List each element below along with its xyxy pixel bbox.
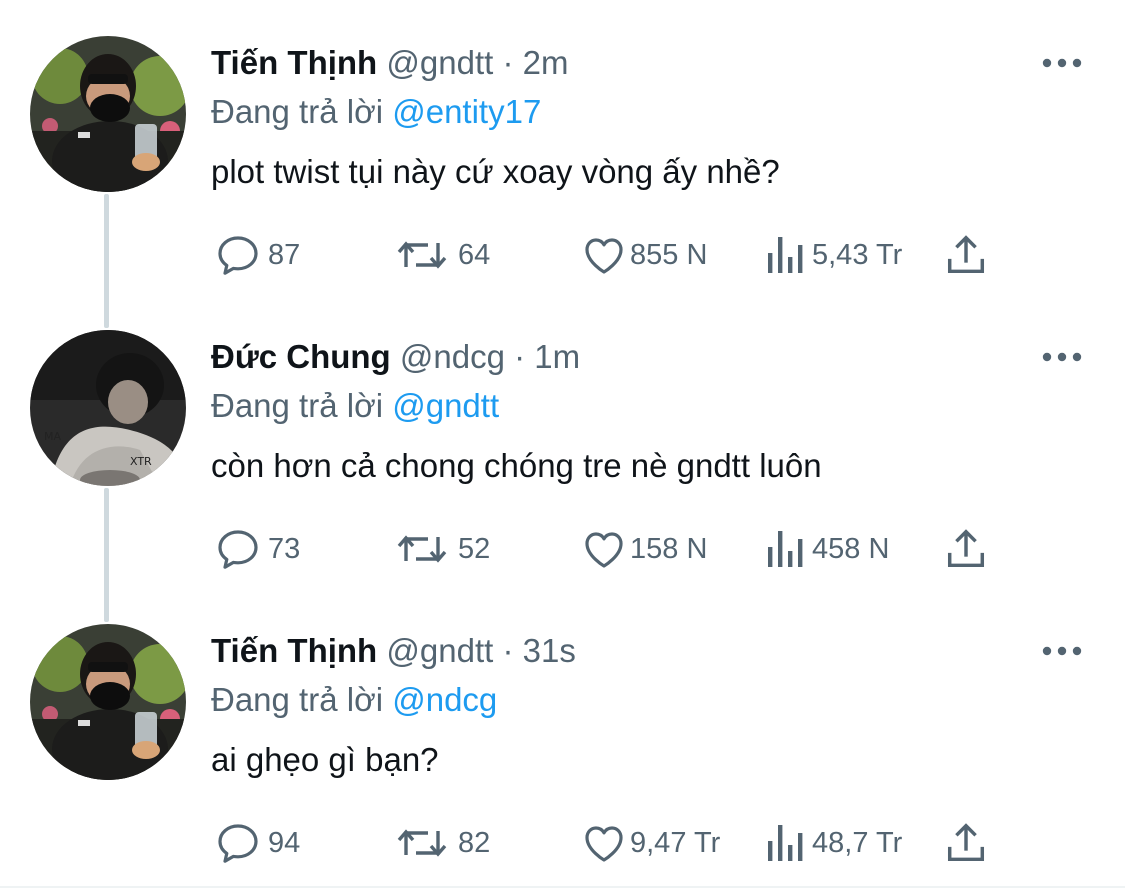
analytics-icon: [768, 237, 803, 273]
heart-icon: [585, 826, 623, 862]
view-count: 458 N: [812, 532, 890, 565]
like-button[interactable]: 9,47 Tr: [580, 818, 720, 868]
action-bar: 73 52 158 N 458 N: [0, 524, 1125, 574]
share-icon: [947, 823, 985, 862]
retweet-count: 64: [458, 238, 491, 271]
share-button[interactable]: [943, 524, 989, 574]
replying-to-label: Đang trả lời: [211, 387, 384, 424]
reply-button[interactable]: 73: [214, 524, 300, 574]
like-button[interactable]: 855 N: [580, 230, 707, 280]
heart-icon: [585, 532, 623, 568]
svg-text:XTR: XTR: [130, 455, 152, 468]
replying-to: Đang trả lời @gndtt: [211, 383, 499, 429]
like-count: 158 N: [630, 532, 708, 565]
retweet-button[interactable]: 64: [392, 230, 490, 280]
views-button[interactable]: 458 N: [766, 524, 889, 574]
avatar[interactable]: [30, 36, 186, 192]
user-handle[interactable]: @gndtt: [386, 44, 493, 81]
reply-button[interactable]: 94: [214, 818, 300, 868]
timestamp[interactable]: 1m: [534, 338, 580, 375]
tweet-thread: Tiến Thịnh @gndtt · 2m Đang trả lời @ent…: [0, 0, 1125, 893]
analytics-icon: [768, 825, 803, 861]
tweet[interactable]: Tiến Thịnh @gndtt · 2m Đang trả lời @ent…: [0, 0, 1125, 294]
user-handle[interactable]: @gndtt: [386, 632, 493, 669]
share-icon: [947, 235, 985, 274]
reply-icon: [218, 824, 258, 863]
display-name[interactable]: Đức Chung: [211, 338, 391, 375]
tweet[interactable]: Tiến Thịnh @gndtt · 31s Đang trả lời @nd…: [0, 588, 1125, 882]
user-handle[interactable]: @ndcg: [400, 338, 505, 375]
tweet-header: Tiến Thịnh @gndtt · 31s: [211, 628, 576, 674]
like-button[interactable]: 158 N: [580, 524, 707, 574]
heart-icon: [585, 238, 623, 274]
tweet-header: Đức Chung @ndcg · 1m: [211, 334, 580, 380]
reply-button[interactable]: 87: [214, 230, 300, 280]
timestamp[interactable]: 31s: [523, 632, 576, 669]
tweet[interactable]: MA XTR Đức Chung @ndcg · 1m Đang trả lời…: [0, 294, 1125, 588]
reply-icon: [218, 236, 258, 275]
replying-to-label: Đang trả lời: [211, 93, 384, 130]
tweet-text: ai ghẹo gì bạn?: [211, 741, 439, 778]
action-bar: 94 82 9,47 Tr 48,7 Tr: [0, 818, 1125, 868]
action-bar: 87 64 855 N 5,43 Tr: [0, 230, 1125, 280]
retweet-icon: [397, 241, 447, 269]
more-options-icon[interactable]: [1040, 50, 1084, 76]
tweet-text: plot twist tụi này cứ xoay vòng ấy nhề?: [211, 153, 780, 190]
reply-count: 87: [268, 238, 301, 271]
separator-dot: ·: [502, 632, 514, 669]
retweet-count: 82: [458, 826, 491, 859]
avatar[interactable]: MA XTR: [30, 330, 186, 486]
views-button[interactable]: 5,43 Tr: [766, 230, 902, 280]
reply-icon: [218, 530, 258, 569]
more-options-icon[interactable]: [1040, 344, 1084, 370]
mention-link[interactable]: @entity17: [392, 93, 541, 130]
views-button[interactable]: 48,7 Tr: [766, 818, 902, 868]
retweet-button[interactable]: 52: [392, 524, 490, 574]
mention-link[interactable]: @ndcg: [392, 681, 497, 718]
reply-count: 73: [268, 532, 301, 565]
display-name[interactable]: Tiến Thịnh: [211, 44, 377, 81]
divider: [0, 886, 1125, 888]
retweet-icon: [397, 535, 447, 563]
separator-dot: ·: [502, 44, 514, 81]
like-count: 855 N: [630, 238, 708, 271]
retweet-count: 52: [458, 532, 491, 565]
replying-to: Đang trả lời @entity17: [211, 89, 541, 135]
retweet-icon: [397, 829, 447, 857]
replying-to-label: Đang trả lời: [211, 681, 384, 718]
share-button[interactable]: [943, 818, 989, 868]
view-count: 48,7 Tr: [812, 826, 903, 859]
share-icon: [947, 529, 985, 568]
analytics-icon: [768, 531, 803, 567]
avatar[interactable]: [30, 624, 186, 780]
separator-dot: ·: [514, 338, 526, 375]
more-options-icon[interactable]: [1040, 638, 1084, 664]
svg-text:MA: MA: [44, 430, 61, 443]
view-count: 5,43 Tr: [812, 238, 903, 271]
like-count: 9,47 Tr: [630, 826, 721, 859]
mention-link[interactable]: @gndtt: [392, 387, 499, 424]
tweet-header: Tiến Thịnh @gndtt · 2m: [211, 40, 568, 86]
timestamp[interactable]: 2m: [523, 44, 569, 81]
share-button[interactable]: [943, 230, 989, 280]
reply-count: 94: [268, 826, 301, 859]
tweet-text: còn hơn cả chong chóng tre nè gndtt luôn: [211, 447, 822, 484]
display-name[interactable]: Tiến Thịnh: [211, 632, 377, 669]
replying-to: Đang trả lời @ndcg: [211, 677, 497, 723]
retweet-button[interactable]: 82: [392, 818, 490, 868]
